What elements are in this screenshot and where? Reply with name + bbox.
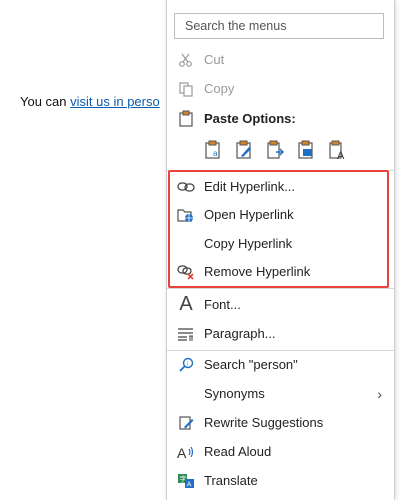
- open-hyperlink-menu-item[interactable]: Open Hyperlink: [167, 200, 394, 229]
- smart-search-icon: i: [168, 357, 204, 373]
- edit-hyperlink-label: Edit Hyperlink...: [204, 179, 296, 194]
- font-label: Font...: [204, 297, 241, 312]
- chevron-right-icon: ›: [377, 385, 382, 402]
- remove-link-icon: [168, 264, 204, 280]
- search-person-label: Search "person": [204, 357, 298, 372]
- rewrite-icon: [168, 415, 204, 431]
- svg-text:A: A: [177, 445, 187, 460]
- remove-hyperlink-menu-item[interactable]: Remove Hyperlink: [167, 257, 394, 286]
- rewrite-suggestions-label: Rewrite Suggestions: [204, 415, 324, 430]
- paste-merge-format-icon[interactable]: [234, 139, 254, 161]
- paste-image-icon[interactable]: [296, 139, 316, 161]
- copy-menu-item[interactable]: Copy: [167, 74, 394, 103]
- clipboard-icon: [168, 110, 204, 127]
- translate-icon: 字A: [168, 473, 204, 489]
- svg-text:a: a: [213, 149, 218, 158]
- svg-text:i: i: [187, 361, 188, 367]
- paste-options-label: Paste Options:: [204, 111, 296, 126]
- translate-label: Translate: [204, 473, 258, 488]
- document-hyperlink[interactable]: visit us in perso: [70, 94, 160, 109]
- paste-text-only-icon[interactable]: A: [327, 139, 347, 161]
- paragraph-menu-item[interactable]: Paragraph...: [167, 319, 394, 348]
- read-aloud-label: Read Aloud: [204, 444, 272, 459]
- svg-text:A: A: [187, 481, 192, 488]
- rewrite-suggestions-menu-item[interactable]: Rewrite Suggestions: [167, 408, 394, 437]
- paste-picture-icon[interactable]: [265, 139, 285, 161]
- paste-options-row: a A: [203, 139, 347, 161]
- remove-hyperlink-label: Remove Hyperlink: [204, 264, 311, 279]
- search-person-menu-item[interactable]: i Search "person": [167, 350, 394, 379]
- translate-menu-item[interactable]: 字A Translate: [167, 466, 394, 495]
- paste-options-header: Paste Options:: [167, 104, 394, 133]
- paragraph-icon: [168, 327, 204, 341]
- read-aloud-icon: A: [168, 444, 204, 460]
- paste-keep-source-icon[interactable]: a: [203, 139, 223, 161]
- copy-hyperlink-label: Copy Hyperlink: [204, 236, 293, 251]
- context-menu: Search the menus Cut Copy Paste Options:…: [166, 0, 395, 500]
- paragraph-label: Paragraph...: [204, 326, 276, 341]
- cut-menu-item[interactable]: Cut: [167, 45, 394, 74]
- copy-hyperlink-menu-item[interactable]: Copy Hyperlink: [167, 229, 394, 258]
- read-aloud-menu-item[interactable]: A Read Aloud: [167, 437, 394, 466]
- document-text: You can: [20, 94, 71, 109]
- copy-icon: [168, 81, 204, 97]
- cut-label: Cut: [204, 52, 225, 67]
- document-text-line: You can visit us in perso: [20, 94, 160, 109]
- synonyms-menu-item[interactable]: Synonyms ›: [167, 379, 394, 408]
- synonyms-label: Synonyms: [204, 386, 265, 401]
- svg-text:A: A: [337, 150, 345, 160]
- font-icon: A: [179, 293, 193, 315]
- link-icon: [168, 180, 204, 194]
- search-menus-input[interactable]: Search the menus: [174, 13, 384, 39]
- scissors-icon: [168, 52, 204, 68]
- open-hyperlink-label: Open Hyperlink: [204, 207, 294, 222]
- copy-label: Copy: [204, 81, 235, 96]
- font-menu-item[interactable]: A Font...: [167, 290, 394, 319]
- open-hyperlink-icon: [168, 207, 204, 223]
- separator: [167, 288, 394, 289]
- edit-hyperlink-menu-item[interactable]: Edit Hyperlink...: [167, 172, 394, 201]
